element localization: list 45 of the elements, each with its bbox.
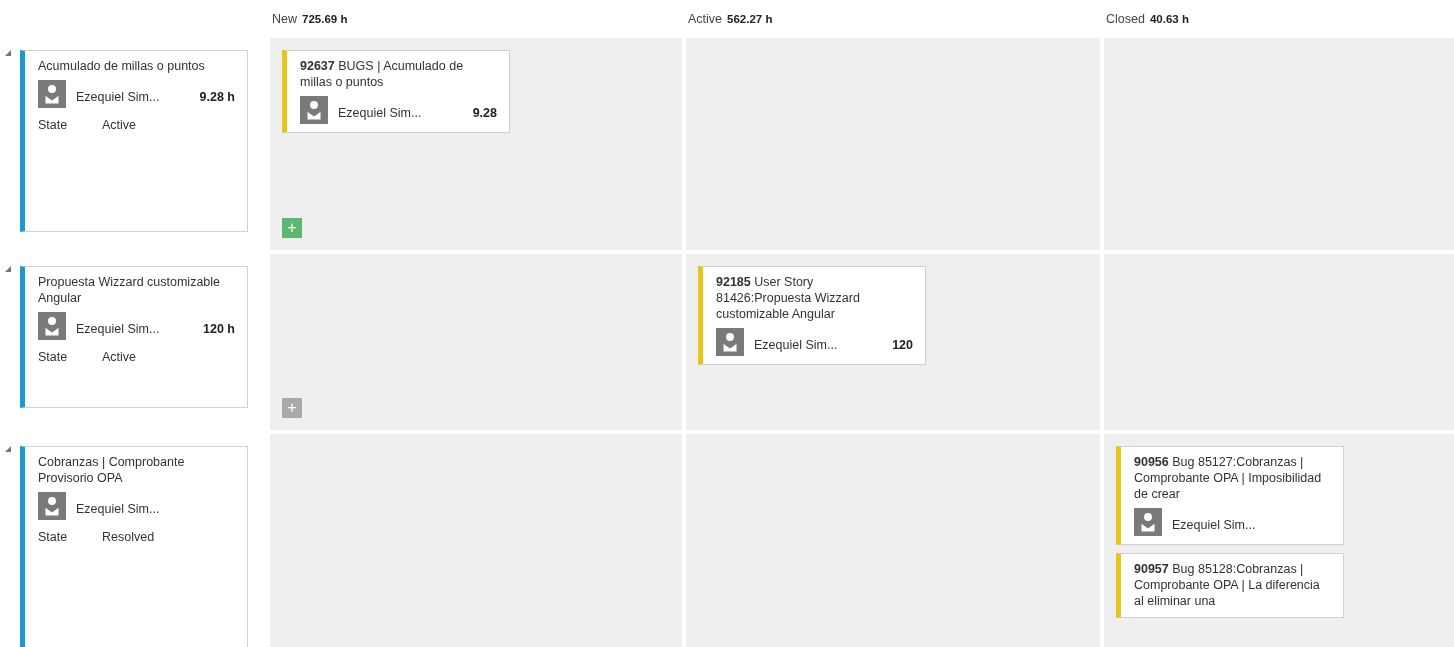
field-label: State: [38, 118, 69, 132]
task-card[interactable]: 92185 User Story 81426:Propuesta Wizzard customizable Angular Ezequiel Sim... 120: [698, 266, 926, 365]
avatar-icon: [38, 80, 66, 108]
assignee-name: Ezequiel Sim...: [76, 502, 160, 516]
avatar-icon: [38, 312, 66, 340]
card-title: 90956 Bug 85127:Cobranzas | Comprobante OPA | Imposibilidad de crear: [1134, 454, 1323, 502]
estimate-value: 120: [892, 338, 913, 352]
column-total: 725.69 h: [302, 13, 348, 25]
column-title: Closed: [1106, 12, 1145, 26]
card-title: 90957 Bug 85128:Cobranzas | Comprobante OPA | La diferencia al eliminar una: [1134, 561, 1321, 609]
hours-value: 9.28 h: [199, 90, 235, 104]
hours-value: 120 h: [203, 322, 235, 336]
task-card[interactable]: 90956 Bug 85127:Cobranzas | Comprobante OPA | Imposibilidad de crear Ezequiel Sim...: [1116, 446, 1344, 545]
assignee-name: Ezequiel Sim...: [754, 338, 838, 352]
avatar-icon: [1134, 508, 1162, 536]
field-value: Active: [102, 118, 137, 132]
column-total: 40.63 h: [1149, 13, 1189, 25]
estimate-value: 9.28: [472, 106, 497, 120]
expand-triangle-icon[interactable]: [5, 446, 11, 452]
card-title: 92637 BUGS | Acumulado de millas o puntos: [300, 58, 465, 90]
card-title: Cobranzas | Comprobante Provisorio OPA: [38, 454, 186, 486]
field-value: Active: [102, 350, 137, 364]
task-card[interactable]: 92637 BUGS | Acumulado de millas o puntos Ezequiel Sim... 9.28: [282, 50, 510, 133]
card-title: Acumulado de millas o puntos: [38, 58, 206, 74]
avatar-icon: [716, 328, 744, 356]
column-title: Active: [688, 12, 723, 26]
field-label: State: [38, 530, 69, 544]
parent-card[interactable]: Propuesta Wizzard customizable Angular Ezequiel Sim... 120 h State Active: [20, 266, 248, 408]
assignee-name: Ezequiel Sim...: [76, 90, 160, 104]
avatar-icon: [300, 96, 328, 124]
task-card[interactable]: 90957 Bug 85128:Cobranzas | Comprobante OPA | La diferencia al eliminar una: [1116, 553, 1344, 618]
assignee-name: Ezequiel Sim...: [1172, 518, 1256, 532]
card-title: 92185 User Story 81426:Propuesta Wizzard customizable Angular: [716, 274, 861, 322]
assignee-name: Ezequiel Sim...: [338, 106, 422, 120]
expand-triangle-icon[interactable]: [5, 50, 11, 56]
column-title: New: [272, 12, 297, 26]
parent-card[interactable]: Acumulado de millas o puntos Ezequiel Sim... 9.28 h State Active: [20, 50, 248, 232]
parent-card[interactable]: Cobranzas | Comprobante Provisorio OPA Ezequiel Sim... State Resolved: [20, 446, 248, 647]
assignee-name: Ezequiel Sim...: [76, 322, 160, 336]
field-value: Resolved: [102, 530, 155, 544]
expand-triangle-icon[interactable]: [5, 266, 11, 272]
column-total: 562.27 h: [727, 13, 773, 25]
avatar-icon: [38, 492, 66, 520]
card-title: Propuesta Wizzard customizable Angular: [38, 274, 222, 306]
field-label: State: [38, 350, 69, 364]
